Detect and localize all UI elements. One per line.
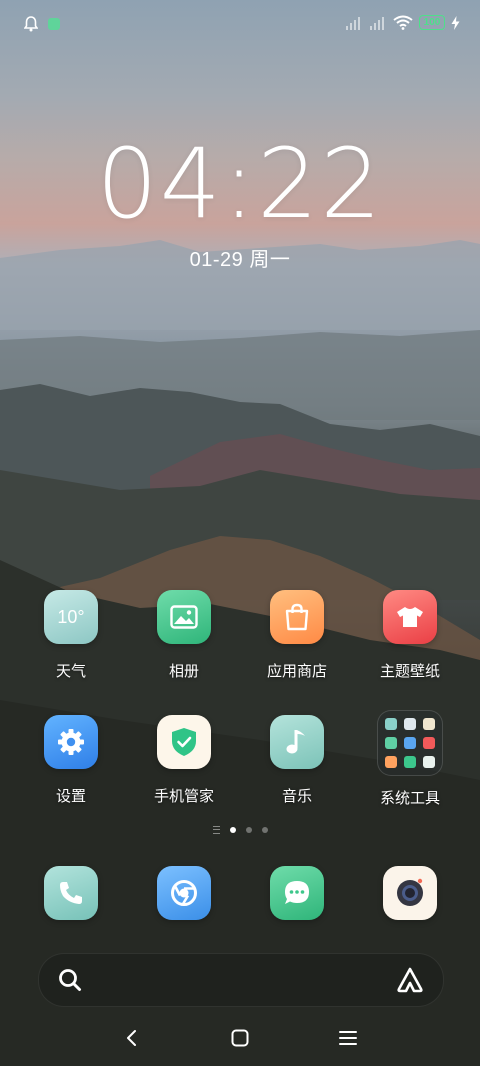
signal-icon [370, 16, 384, 30]
folder-icon [377, 710, 443, 776]
app-label: 系统工具 [379, 790, 440, 807]
app-settings[interactable]: 设置 [21, 715, 121, 806]
app-label: 设置 [55, 788, 86, 805]
app-weather[interactable]: 10° 天气 [21, 590, 121, 681]
assistant-icon[interactable] [395, 966, 425, 994]
app-music[interactable]: 音乐 [247, 715, 347, 806]
camera-icon [383, 866, 437, 920]
clock-date[interactable]: 01-29 周一 [0, 243, 480, 272]
weather-icon: 10° [44, 590, 98, 644]
page-dot-active[interactable] [229, 827, 236, 833]
dock-camera[interactable] [360, 866, 460, 920]
charging-icon [451, 15, 460, 30]
page-dot[interactable] [245, 827, 252, 833]
signal-icon [346, 16, 360, 30]
theme-icon [383, 590, 437, 644]
app-system-tools[interactable]: 系统工具 [360, 710, 460, 808]
search-bar[interactable] [38, 953, 444, 1007]
app-store-icon [270, 590, 324, 644]
app-gallery[interactable]: 相册 [134, 590, 234, 681]
dock-phone[interactable] [21, 866, 121, 920]
home-screen: 100 04:22 01-29 周一 10° 天气 相册 应用商店 主题壁纸 设… [0, 0, 480, 1066]
page-indicator[interactable] [0, 826, 480, 834]
gallery-icon [157, 590, 211, 644]
app-label: 相册 [168, 663, 199, 680]
notification-bell-icon [24, 16, 38, 32]
browser-icon [157, 866, 211, 920]
wifi-icon [393, 15, 413, 30]
app-theme[interactable]: 主题壁纸 [360, 590, 460, 681]
gear-icon [44, 715, 98, 769]
menu-icon[interactable] [332, 1026, 364, 1050]
app-label: 主题壁纸 [379, 663, 440, 680]
dock-messages[interactable] [247, 866, 347, 920]
phone-manager-icon [157, 715, 211, 769]
page-dot[interactable] [261, 827, 268, 833]
search-icon[interactable] [57, 967, 83, 993]
app-label: 应用商店 [266, 663, 327, 680]
battery-icon: 100 [419, 15, 445, 30]
app-label: 天气 [55, 663, 86, 680]
status-bar: 100 [0, 14, 480, 36]
clock-time[interactable]: 04:22 [0, 128, 480, 240]
dock-browser[interactable] [134, 866, 234, 920]
music-icon [270, 715, 324, 769]
messages-icon [270, 866, 324, 920]
app-notification-icon [48, 18, 60, 30]
phone-icon [44, 866, 98, 920]
minus-one-screen-indicator[interactable] [212, 826, 220, 834]
navigation-bar [0, 1018, 480, 1058]
back-icon[interactable] [116, 1026, 148, 1050]
app-store[interactable]: 应用商店 [247, 590, 347, 681]
home-icon[interactable] [224, 1026, 256, 1050]
app-phone-manager[interactable]: 手机管家 [134, 715, 234, 806]
app-label: 音乐 [281, 788, 312, 805]
app-label: 手机管家 [153, 788, 214, 805]
